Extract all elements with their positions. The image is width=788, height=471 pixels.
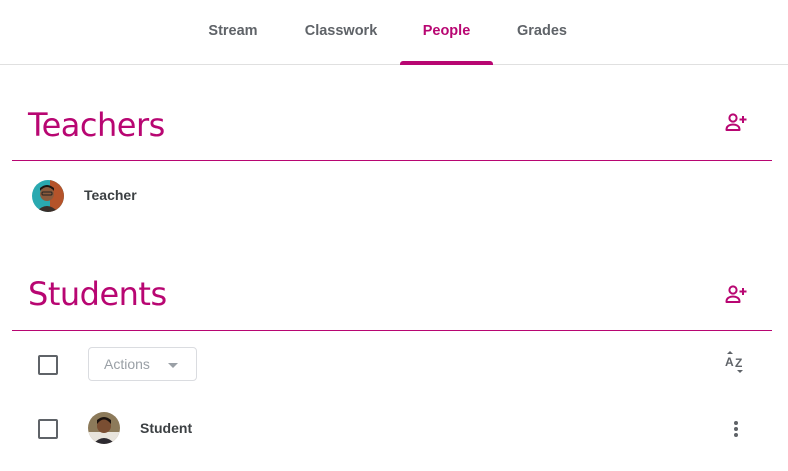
student-more-options-button[interactable] (722, 414, 750, 444)
more-vert-icon (734, 421, 738, 437)
svg-text:Z: Z (735, 356, 742, 370)
teacher-avatar (32, 180, 64, 212)
sort-az-icon: A Z (725, 351, 743, 373)
tab-classwork[interactable]: Classwork (298, 0, 384, 64)
tab-people[interactable]: People (400, 0, 493, 65)
tab-grades[interactable]: Grades (508, 0, 576, 64)
select-all-checkbox[interactable] (38, 355, 58, 375)
teacher-name: Teacher (84, 187, 137, 203)
teachers-divider (12, 160, 772, 161)
dropdown-arrow-icon (168, 363, 178, 368)
students-heading: Students (28, 275, 167, 313)
students-divider (12, 330, 772, 331)
student-name: Student (140, 420, 193, 436)
invite-student-button[interactable] (718, 276, 754, 312)
tab-people-label: People (422, 23, 471, 39)
invite-teacher-button[interactable] (718, 104, 754, 140)
tab-stream[interactable]: Stream (200, 0, 266, 64)
actions-dropdown[interactable]: Actions (88, 347, 197, 381)
person-add-icon (725, 285, 747, 303)
sort-button[interactable]: A Z (720, 348, 752, 376)
person-add-icon (725, 113, 747, 131)
svg-text:A: A (725, 355, 734, 369)
teachers-heading: Teachers (28, 106, 165, 144)
student-row-checkbox[interactable] (38, 419, 58, 439)
actions-label: Actions (104, 356, 150, 372)
active-tab-indicator (400, 61, 493, 65)
top-navigation: Stream Classwork People Grades (0, 0, 788, 65)
student-avatar (88, 412, 120, 444)
